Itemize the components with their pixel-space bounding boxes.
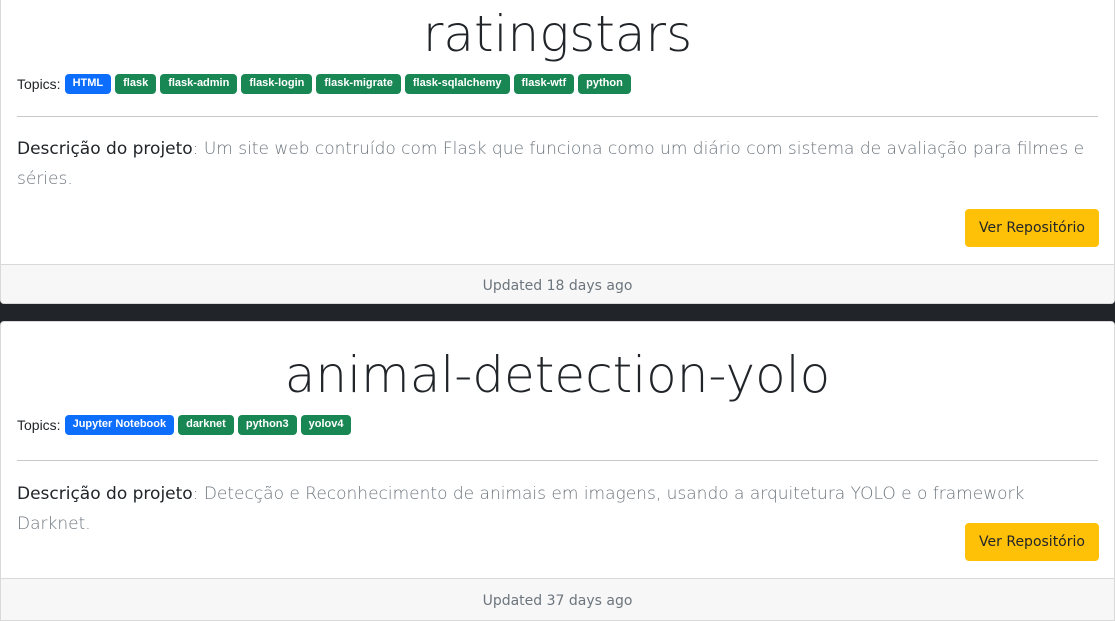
topics-label: Topics: xyxy=(17,417,61,433)
description-label: Descrição do projeto xyxy=(17,484,193,504)
repo-title: ratingstars xyxy=(422,5,693,63)
divider xyxy=(17,460,1098,461)
topic-badge: flask-wtf xyxy=(513,74,575,94)
topic-badge: python xyxy=(578,74,631,94)
repo-card: animal-detection-yolo Topics: Jupyter No… xyxy=(0,321,1115,621)
topic-badge: flask xyxy=(115,74,157,94)
updated-text: Updated 37 days ago xyxy=(482,593,633,609)
topic-badge: python3 xyxy=(237,415,297,435)
topic-badge: yolov4 xyxy=(300,415,352,435)
card-body: animal-detection-yolo Topics: Jupyter No… xyxy=(1,322,1114,436)
repo-description: Descrição do projeto: Um site web contru… xyxy=(17,134,1098,194)
repo-title: animal-detection-yolo xyxy=(284,346,831,404)
topic-badge: flask-migrate xyxy=(316,74,401,94)
divider xyxy=(17,116,1098,117)
view-repository-button[interactable]: Ver Repositório xyxy=(965,523,1099,561)
topics-row: Topics: HTML flask flask-admin flask-log… xyxy=(17,73,1098,95)
card-footer: Updated 37 days ago xyxy=(1,578,1114,620)
repo-card: ratingstars Topics: HTML flask flask-adm… xyxy=(0,0,1115,304)
card-footer: Updated 18 days ago xyxy=(1,264,1114,303)
topic-badge: flask-sqlalchemy xyxy=(404,74,510,94)
topics-label: Topics: xyxy=(17,76,61,92)
topic-badge: flask-admin xyxy=(160,74,238,94)
description-label: Descrição do projeto xyxy=(17,139,193,159)
language-badge: HTML xyxy=(64,74,112,94)
language-badge: Jupyter Notebook xyxy=(64,415,175,435)
topics-row: Topics: Jupyter Notebook darknet python3… xyxy=(17,414,1098,436)
repo-description: Descrição do projeto: Detecção e Reconhe… xyxy=(17,479,1098,539)
topic-badge: darknet xyxy=(178,415,234,435)
updated-text: Updated 18 days ago xyxy=(482,277,633,294)
view-repository-button[interactable]: Ver Repositório xyxy=(965,209,1099,247)
topic-badge: flask-login xyxy=(241,74,313,94)
card-body: ratingstars Topics: HTML flask flask-adm… xyxy=(1,0,1114,95)
